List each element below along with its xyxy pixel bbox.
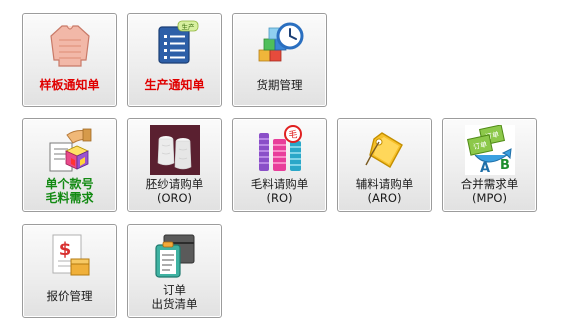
colored-spools-icon: 毛 bbox=[258, 125, 302, 171]
tile-greige-yarn-requisition[interactable]: 胚纱请购单 (ORO) bbox=[127, 118, 222, 212]
shipping-clipboard-icon bbox=[154, 234, 194, 278]
svg-text:A: A bbox=[479, 161, 489, 175]
production-list-icon: 生产 bbox=[157, 20, 198, 64]
yarn-spools-icon bbox=[149, 125, 200, 175]
tile-production-notice[interactable]: 生产 生产通知单 bbox=[127, 13, 222, 107]
tile-label: 样板通知单 bbox=[39, 78, 100, 92]
tile-wool-requisition[interactable]: 毛 毛料请购单 (RO) bbox=[232, 118, 327, 212]
tile-label: 辅料请购单 (ARO) bbox=[355, 177, 414, 205]
accessory-tag-icon bbox=[364, 132, 403, 168]
tile-label: 单个款号 毛料需求 bbox=[45, 177, 94, 205]
blocks-clock-icon bbox=[258, 22, 303, 62]
tile-label: 胚纱请购单 (ORO) bbox=[145, 177, 204, 205]
cube-hand-document-icon bbox=[49, 128, 91, 172]
tile-label: 生产通知单 bbox=[144, 78, 205, 92]
tile-label: 订单 出货清单 bbox=[151, 283, 198, 311]
tile-quotation-management[interactable]: $ 报价管理 bbox=[22, 224, 117, 318]
production-badge: 生产 bbox=[181, 22, 195, 31]
tile-sample-notice[interactable]: 样板通知单 bbox=[22, 13, 117, 107]
tile-label: 货期管理 bbox=[256, 78, 303, 92]
tile-label: 合并需求单 (MPO) bbox=[460, 177, 519, 205]
tile-accessory-requisition[interactable]: 辅料请购单 (ARO) bbox=[337, 118, 432, 212]
tile-label: 报价管理 bbox=[46, 289, 93, 303]
svg-text:毛: 毛 bbox=[288, 129, 297, 141]
quote-dollar-icon: $ bbox=[52, 234, 89, 276]
merge-orders-icon: 订单 订单 A B bbox=[464, 125, 515, 175]
tile-delivery-management[interactable]: 货期管理 bbox=[232, 13, 327, 107]
svg-text:B: B bbox=[500, 158, 510, 173]
tile-single-style-yarn-demand[interactable]: 单个款号 毛料需求 bbox=[22, 118, 117, 212]
tile-order-shipping-list[interactable]: 订单 出货清单 bbox=[127, 224, 222, 318]
tile-label: 毛料请购单 (RO) bbox=[250, 177, 309, 205]
tile-merged-demand[interactable]: 订单 订单 A B 合并需求单 (MPO) bbox=[442, 118, 537, 212]
sweater-icon bbox=[49, 25, 90, 67]
svg-text:$: $ bbox=[58, 239, 71, 260]
